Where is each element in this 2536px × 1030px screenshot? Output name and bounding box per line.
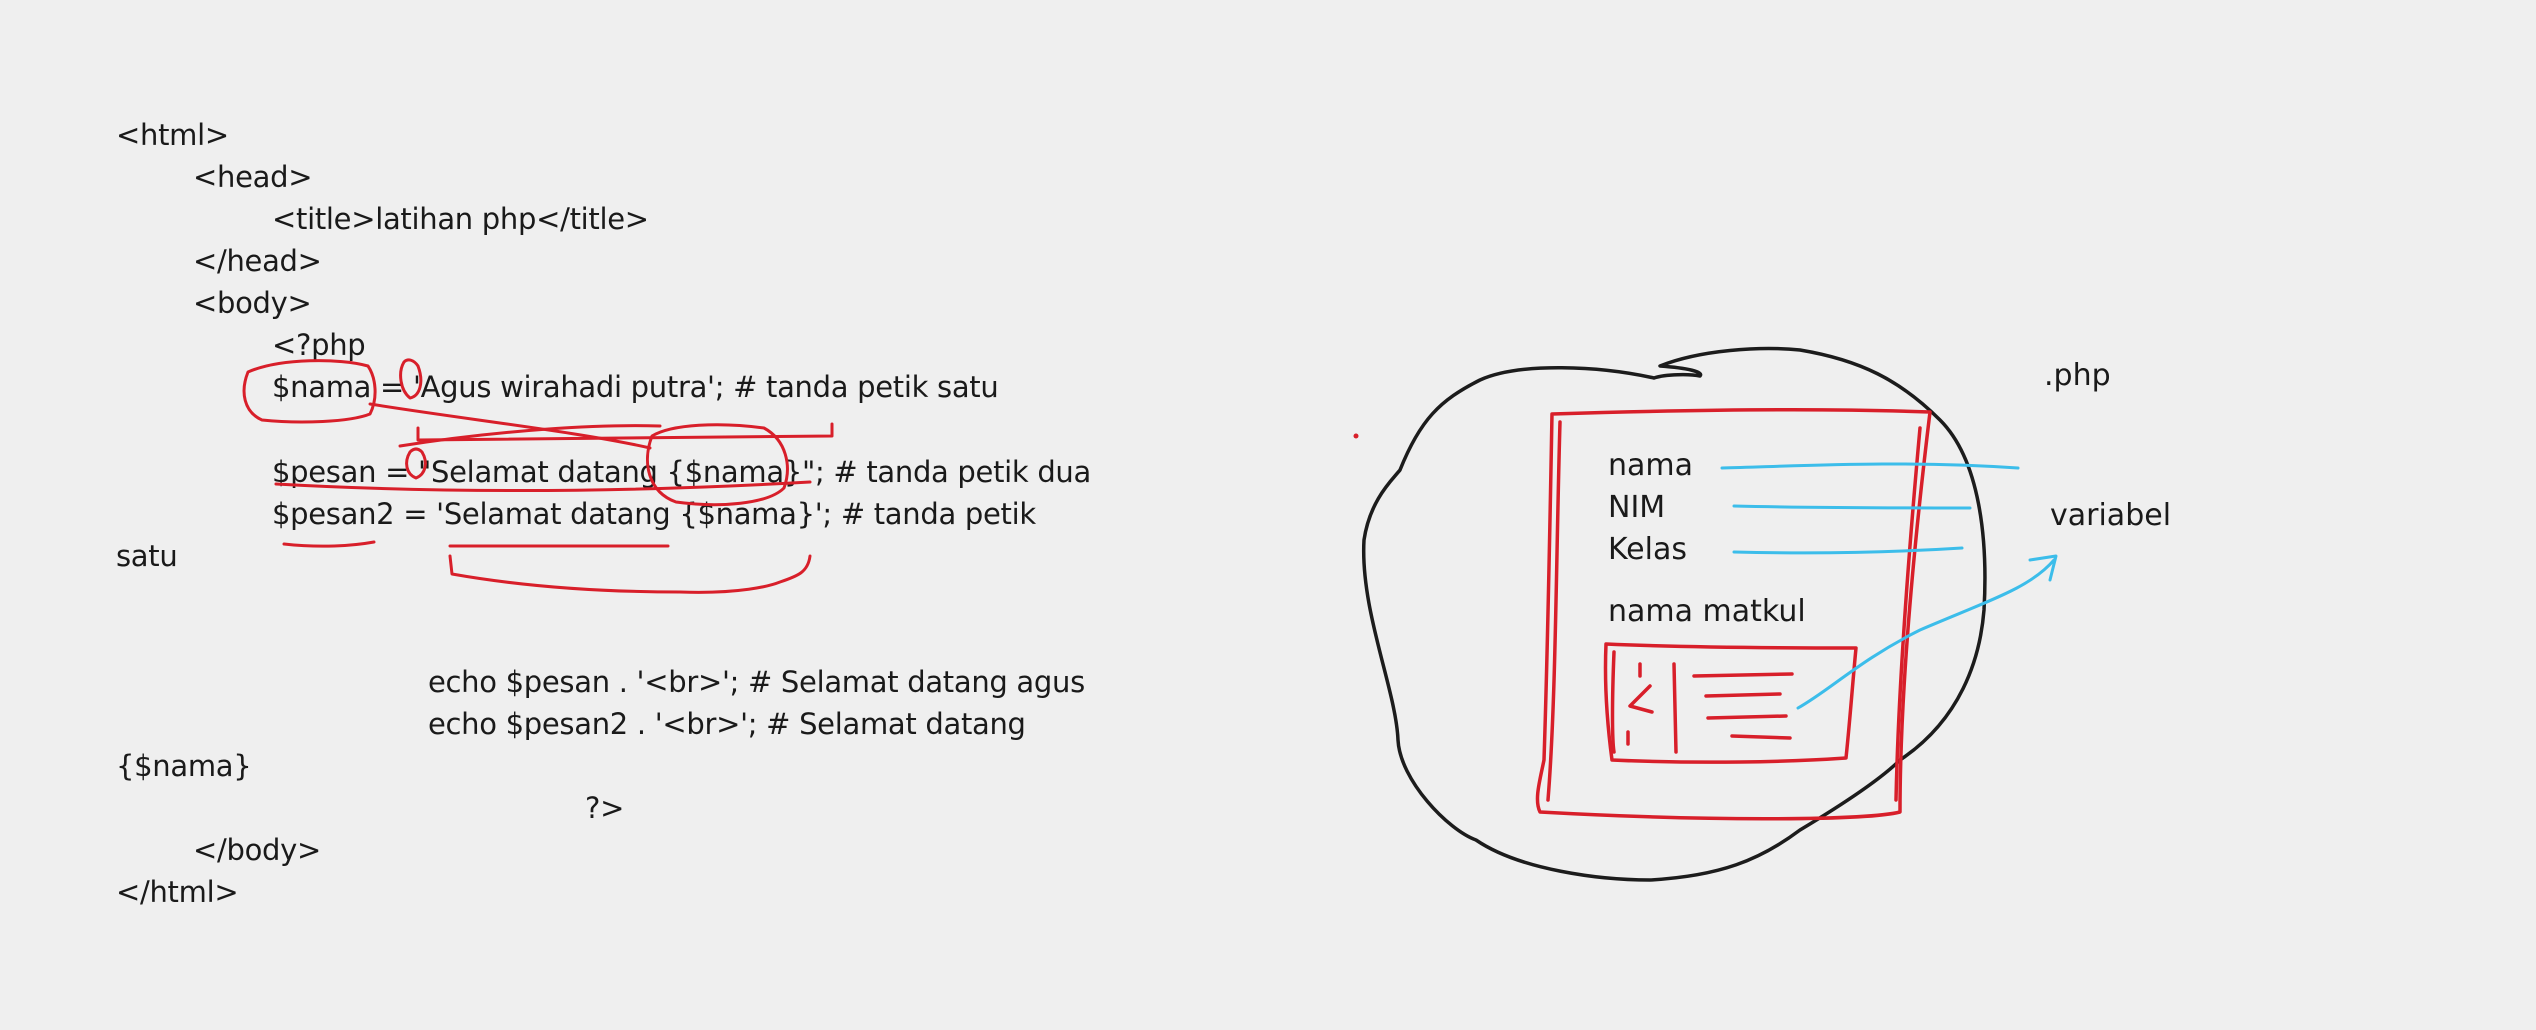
red-dot bbox=[1353, 433, 1359, 439]
matkul-box bbox=[1603, 642, 1858, 764]
underline-pesan2 bbox=[282, 540, 376, 548]
nama-line bbox=[1720, 462, 2020, 470]
circle-single-quote bbox=[399, 358, 423, 400]
field-label-nim: NIM bbox=[1608, 490, 1666, 525]
circle-nama-variable bbox=[242, 359, 377, 424]
section-label-matkul: nama matkul bbox=[1608, 594, 1806, 629]
matkul-box-divider bbox=[1672, 662, 1678, 754]
matkul-box-line-4 bbox=[1730, 734, 1792, 740]
circle-double-quote bbox=[405, 447, 427, 480]
field-label-kelas: Kelas bbox=[1608, 532, 1687, 567]
strike-pesan-line bbox=[274, 480, 812, 492]
whiteboard-canvas[interactable]: <html> <head> <title>latihan php</title>… bbox=[0, 0, 2536, 1030]
label-variabel: variabel bbox=[2050, 498, 2172, 533]
matkul-box-line-1 bbox=[1692, 672, 1794, 678]
matkul-box-chevron bbox=[1628, 684, 1654, 714]
blue-connectors bbox=[1720, 462, 2058, 710]
red-code-annotations bbox=[242, 358, 1359, 594]
matkul-box-line-2 bbox=[1704, 692, 1782, 698]
field-label-nama: nama bbox=[1608, 448, 1694, 483]
matkul-box-line-3 bbox=[1706, 714, 1788, 720]
ext-label-php: .php bbox=[2044, 358, 2111, 393]
matkul-box-inner bbox=[1610, 650, 1616, 754]
kelas-line bbox=[1732, 546, 1964, 555]
matkul-to-variabel-arrow bbox=[1796, 558, 2056, 710]
nim-line bbox=[1732, 504, 1972, 510]
bracket-pesan2-string bbox=[448, 554, 812, 594]
